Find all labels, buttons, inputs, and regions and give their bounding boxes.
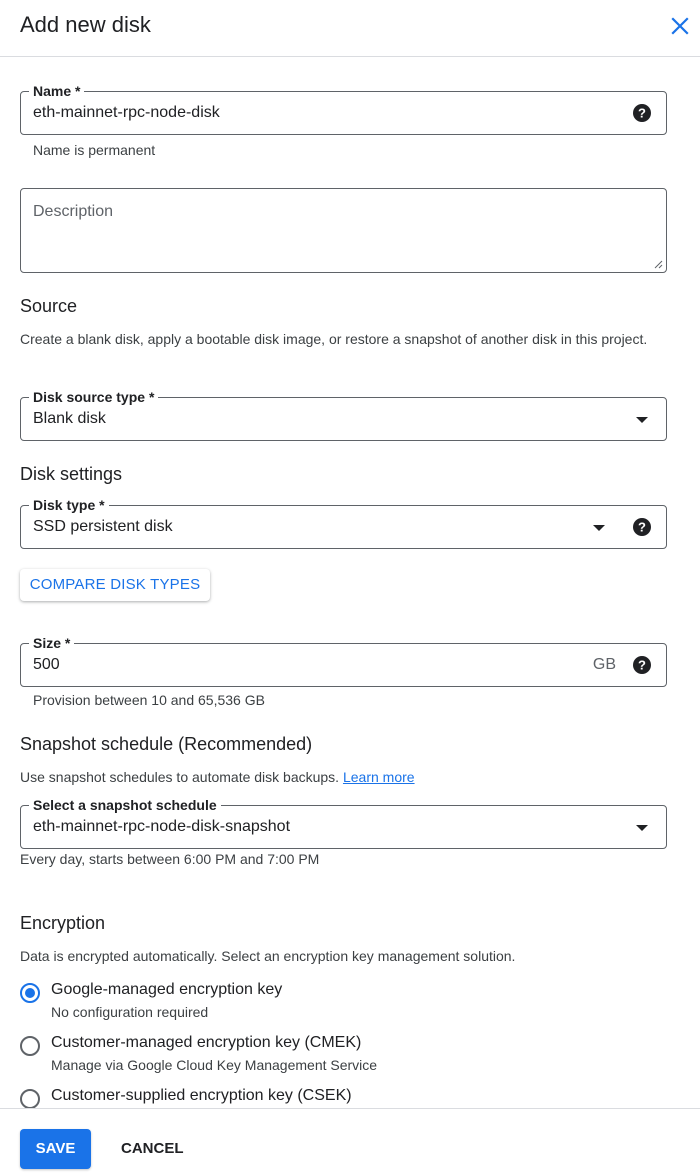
snapshot-hint: Every day, starts between 6:00 PM and 7:… (20, 851, 320, 867)
snapshot-section-title: Snapshot schedule (Recommended) (20, 734, 313, 754)
size-field-label: Size * (29, 634, 75, 652)
size-hint: Provision between 10 and 65,536 GB (33, 692, 265, 708)
encryption-option-sub: No configuration required (51, 1004, 209, 1020)
name-field-label: Name * (29, 82, 85, 100)
resize-handle-icon[interactable] (653, 259, 663, 269)
svg-text:?: ? (638, 658, 646, 673)
snapshot-description: Use snapshot schedules to automate disk … (20, 767, 660, 787)
radio-button[interactable] (20, 1036, 40, 1056)
dialog-header: Add new disk (0, 0, 700, 57)
radio-button-checked[interactable] (20, 983, 40, 1003)
snapshot-schedule-label: Select a snapshot schedule (29, 796, 221, 814)
chevron-down-icon (593, 525, 605, 531)
name-field-value[interactable]: eth-mainnet-rpc-node-disk (33, 104, 220, 122)
snapshot-schedule-select[interactable]: Select a snapshot schedule eth-mainnet-r… (20, 796, 667, 849)
chevron-down-icon (636, 825, 648, 831)
size-field-value[interactable]: 500 (33, 656, 60, 674)
size-field[interactable]: Size * 500 GB ? (20, 634, 667, 687)
snapshot-schedule-value: eth-mainnet-rpc-node-disk-snapshot (33, 818, 291, 835)
name-field[interactable]: Name * eth-mainnet-rpc-node-disk ? (20, 82, 667, 135)
source-description: Create a blank disk, apply a bootable di… (20, 331, 648, 347)
encryption-section-title: Encryption (20, 913, 106, 933)
encryption-option-label: Customer-managed encryption key (CMEK) (51, 1034, 362, 1051)
svg-text:?: ? (638, 106, 646, 121)
disk-source-type-select[interactable]: Disk source type * Blank disk (20, 388, 667, 441)
chevron-down-icon (636, 417, 648, 423)
learn-more-link[interactable]: Learn more (343, 769, 415, 785)
encryption-option-label: Customer-supplied encryption key (CSEK) (51, 1087, 352, 1104)
help-icon[interactable]: ? (632, 655, 652, 675)
encryption-option-sub: Manage via Google Cloud Key Management S… (51, 1057, 378, 1073)
description-textarea[interactable]: Description (20, 188, 667, 273)
disk-source-type-value: Blank disk (33, 410, 106, 427)
radio-button[interactable] (20, 1089, 40, 1109)
help-icon[interactable]: ? (632, 517, 652, 537)
name-hint: Name is permanent (33, 142, 156, 158)
dialog-footer: SAVE CANCEL (0, 1108, 700, 1176)
disk-type-label: Disk type * (29, 496, 109, 514)
dialog-title: Add new disk (20, 12, 151, 37)
help-icon[interactable]: ? (632, 103, 652, 123)
source-section-title: Source (20, 296, 78, 316)
close-icon[interactable] (668, 14, 692, 38)
svg-text:?: ? (638, 520, 646, 535)
compare-disk-types-button[interactable]: COMPARE DISK TYPES (20, 569, 210, 601)
encryption-option-label: Google-managed encryption key (51, 981, 283, 998)
description-placeholder: Description (33, 203, 114, 220)
disk-type-select[interactable]: Disk type * SSD persistent disk ? (20, 496, 667, 549)
snapshot-description-text: Use snapshot schedules to automate disk … (20, 769, 340, 785)
size-unit: GB (592, 656, 616, 673)
cancel-button[interactable]: CANCEL (121, 1129, 184, 1169)
encryption-description: Data is encrypted automatically. Select … (20, 948, 516, 964)
disk-settings-section-title: Disk settings (20, 464, 123, 484)
save-button[interactable]: SAVE (20, 1129, 91, 1169)
disk-source-type-label: Disk source type * (29, 388, 159, 406)
disk-type-value: SSD persistent disk (33, 518, 173, 535)
